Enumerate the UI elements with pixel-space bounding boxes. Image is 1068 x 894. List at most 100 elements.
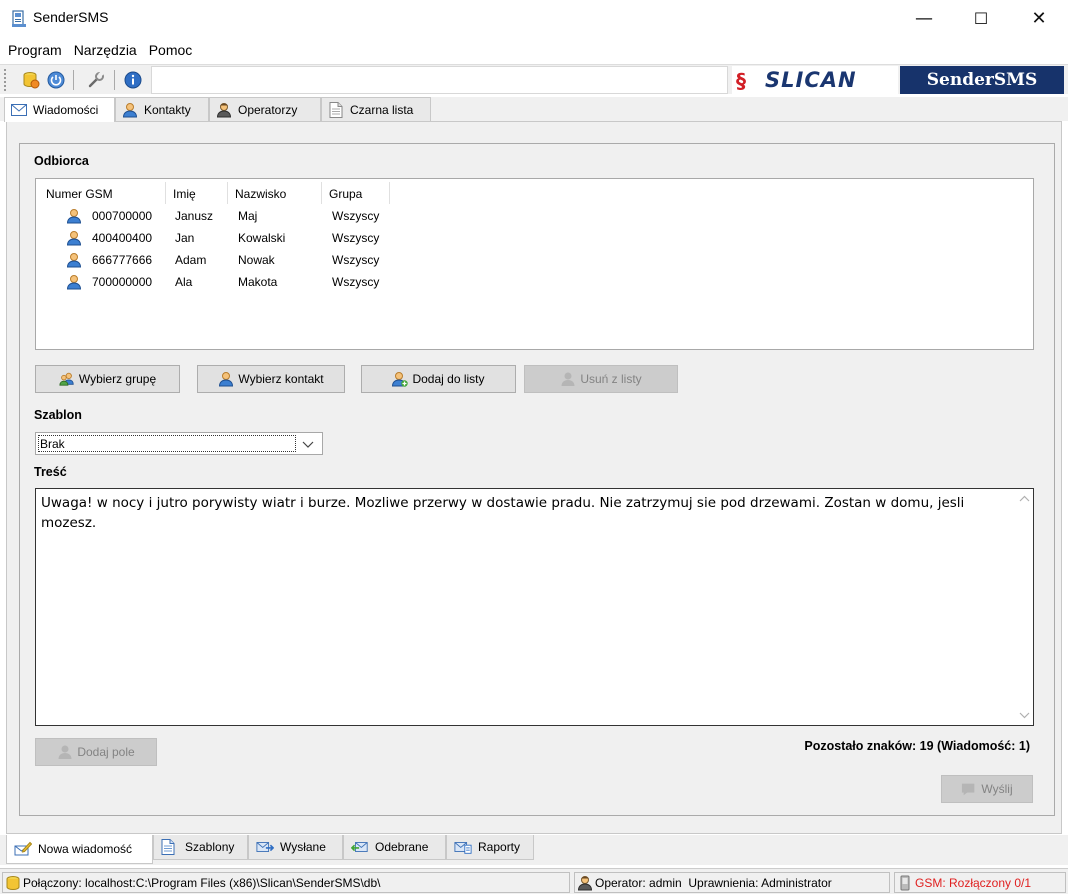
template-selected-value: Brak (38, 435, 296, 452)
scroll-down-icon[interactable] (1019, 711, 1030, 719)
cell-imie: Ala (175, 275, 193, 289)
template-label: Szablon (34, 408, 82, 422)
document-icon (161, 839, 179, 855)
contact-icon (66, 209, 82, 224)
toolbar-grip[interactable] (4, 69, 7, 91)
info-icon (124, 71, 142, 89)
status-gsm: GSM: Rozłączony 0/1 (894, 872, 1066, 893)
menu-bar: Program Narzędzia Pomoc (0, 38, 1068, 62)
title-bar: SenderSMS — ☐ ✕ (0, 0, 1068, 38)
power-button[interactable] (46, 70, 66, 90)
tab-odebrane[interactable]: Odebrane (343, 835, 446, 860)
connection-text: Połączony: localhost:C:\Program Files (x… (23, 875, 381, 890)
message-text: Uwaga! w nocy i jutro porywisty wiatr i … (41, 495, 965, 531)
table-row[interactable]: 666777666 Adam Nowak Wszyscy (36, 250, 1035, 272)
tab-wiadomosci[interactable]: Wiadomości (4, 97, 115, 122)
message-scrollbar[interactable] (1016, 489, 1033, 725)
maximize-button[interactable]: ☐ (952, 0, 1010, 36)
recipient-label: Odbiorca (34, 154, 89, 168)
main-panel: Odbiorca Numer GSM Imię Nazwisko Grupa 0… (6, 121, 1062, 834)
table-row[interactable]: 000700000 Janusz Maj Wszyscy (36, 206, 1035, 228)
product-banner: SenderSMS (900, 66, 1064, 94)
cell-nazwisko: Kowalski (238, 231, 286, 245)
contact-icon (66, 231, 82, 246)
column-header-gsm[interactable]: Numer GSM (46, 183, 113, 205)
power-icon (47, 71, 65, 89)
chevron-down-icon (302, 441, 314, 448)
field-icon (57, 744, 73, 760)
send-button[interactable]: Wyślij (941, 775, 1033, 803)
wrench-icon (88, 71, 104, 88)
toolbar-blank-area (151, 66, 728, 94)
toolbar-separator (114, 70, 115, 90)
select-group-button[interactable]: Wybierz grupę (35, 365, 180, 393)
database-icon (23, 72, 40, 89)
tab-raporty[interactable]: Raporty (446, 835, 534, 860)
cell-gsm: 400400400 (92, 231, 153, 245)
cell-imie: Janusz (175, 209, 214, 223)
column-divider[interactable] (321, 182, 322, 204)
menu-narzedzia[interactable]: Narzędzia (74, 42, 137, 58)
database-icon (5, 875, 21, 891)
table-row[interactable]: 400400400 Jan Kowalski Wszyscy (36, 228, 1035, 250)
column-divider[interactable] (227, 182, 228, 204)
recipient-list[interactable]: Numer GSM Imię Nazwisko Grupa 000700000 … (35, 178, 1034, 350)
person-icon (122, 102, 138, 117)
add-to-list-button[interactable]: Dodaj do listy (361, 365, 516, 393)
document-icon (328, 101, 344, 118)
operator-icon (216, 102, 232, 117)
gsm-text: GSM: Rozłączony 0/1 (915, 875, 1032, 890)
cell-nazwisko: Makota (238, 275, 278, 289)
column-divider[interactable] (389, 182, 390, 204)
window-title: SenderSMS (33, 9, 109, 25)
close-button[interactable]: ✕ (1010, 0, 1068, 36)
add-contact-icon (392, 371, 409, 387)
phone-icon (897, 875, 913, 891)
template-select[interactable]: Brak (35, 432, 323, 455)
column-header-grupa[interactable]: Grupa (329, 183, 362, 205)
content-label: Treść (34, 465, 67, 479)
status-bar: Połączony: localhost:C:\Program Files (x… (0, 868, 1068, 894)
contact-icon (66, 253, 82, 268)
envelope-icon (11, 103, 27, 117)
scroll-up-icon[interactable] (1019, 495, 1030, 503)
toolbar: § SLICAN SenderSMS (0, 64, 1068, 94)
tab-kontakty[interactable]: Kontakty (115, 97, 209, 121)
connect-db-button[interactable] (21, 70, 41, 90)
cell-nazwisko: Maj (238, 209, 258, 223)
column-header-nazwisko[interactable]: Nazwisko (235, 183, 286, 205)
tab-szablony[interactable]: Szablony (153, 835, 248, 860)
tab-nowa-wiadomosc[interactable]: Nowa wiadomość (6, 835, 153, 864)
cell-imie: Jan (175, 231, 195, 245)
top-tab-bar: Wiadomości Kontakty Operatorzy Czarna li… (0, 97, 1068, 122)
status-operator: Operator: admin Uprawnienia: Administrat… (574, 872, 890, 893)
minimize-button[interactable]: — (895, 0, 953, 36)
toolbar-separator (73, 70, 74, 90)
about-button[interactable] (123, 70, 143, 90)
person-icon (218, 371, 234, 387)
table-row[interactable]: 700000000 Ala Makota Wszyscy (36, 272, 1035, 294)
slican-logo: § SLICAN (732, 66, 898, 94)
add-field-button[interactable]: Dodaj pole (35, 738, 157, 766)
cell-grupa: Wszyscy (332, 209, 380, 223)
menu-program[interactable]: Program (8, 42, 62, 58)
remove-contact-icon (560, 371, 576, 387)
cell-nazwisko: Nowak (238, 253, 275, 267)
menu-pomoc[interactable]: Pomoc (149, 42, 193, 58)
settings-button[interactable] (86, 70, 106, 90)
message-group: Odbiorca Numer GSM Imię Nazwisko Grupa 0… (19, 143, 1055, 816)
contact-icon (66, 275, 82, 290)
sent-icon (256, 839, 274, 855)
column-divider[interactable] (165, 182, 166, 204)
slican-logo-mark: § (736, 69, 746, 93)
group-icon (59, 371, 75, 387)
remove-from-list-button[interactable]: Usuń z listy (524, 365, 678, 393)
column-header-imie[interactable]: Imię (173, 183, 196, 205)
tab-wyslane[interactable]: Wysłane (248, 835, 343, 860)
message-textarea[interactable]: Uwaga! w nocy i jutro porywisty wiatr i … (35, 488, 1034, 726)
cell-grupa: Wszyscy (332, 253, 380, 267)
tab-operatorzy[interactable]: Operatorzy (209, 97, 321, 121)
tab-czarna-lista[interactable]: Czarna lista (321, 97, 431, 121)
select-contact-button[interactable]: Wybierz kontakt (197, 365, 345, 393)
remaining-chars: Pozostało znaków: 19 (Wiadomość: 1) (804, 739, 1030, 753)
